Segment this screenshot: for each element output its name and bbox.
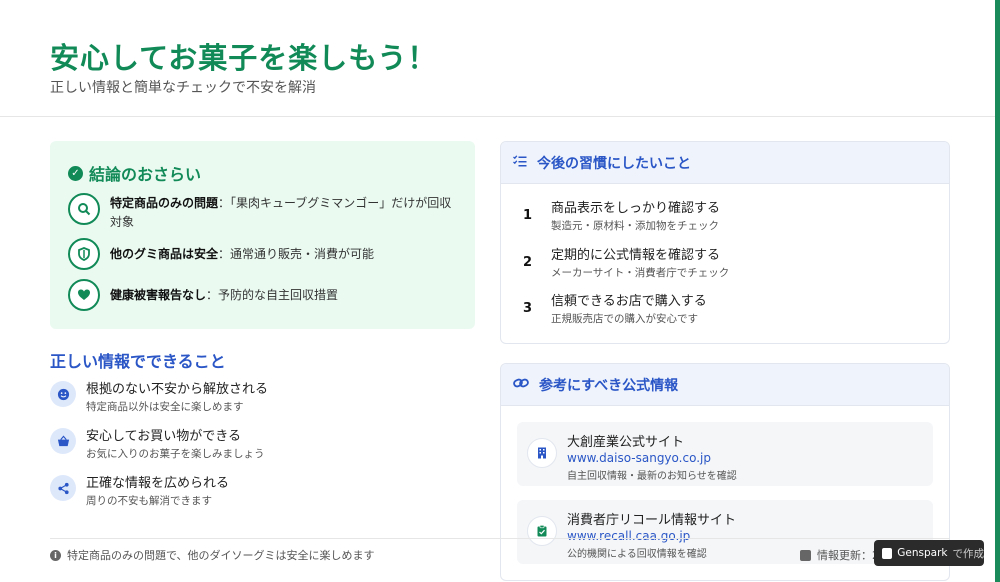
benefit-sub: お気に入りのお菓子を楽しみましょう <box>86 448 265 460</box>
habit-item: 3 信頼できるお店で購入する 正規販売店での購入が安心です <box>523 293 707 328</box>
page-title: 安心してお菓子を楽しもう！ <box>50 41 438 75</box>
heart-icon <box>68 279 100 311</box>
habit-number: 2 <box>523 255 533 270</box>
benefit-main: 根拠のない不安から解放される <box>86 382 269 397</box>
summary-item: 健康被害報告なし：予防的な自主回収措置 <box>68 279 463 311</box>
habits-card-header: 今後の習慣にしたいこと <box>501 142 949 184</box>
habit-sub: 製造元・原材料・添加物をチェック <box>551 220 719 232</box>
summary-item-text: ：予防的な自主回収措置 <box>206 288 339 302</box>
page-subtitle: 正しい情報と簡単なチェックで不安を解消 <box>50 80 316 96</box>
summary-item-bold: 健康被害報告なし <box>110 288 207 302</box>
clipboard-icon <box>527 516 557 546</box>
shield-icon <box>68 238 100 270</box>
habit-sub: メーカーサイト・消費者庁でチェック <box>551 267 730 279</box>
benefit-sub: 周りの不安も解消できます <box>86 495 212 507</box>
references-card-header: 参考にすべき公式情報 <box>501 364 949 406</box>
genspark-badge[interactable]: Genspark で作成 <box>874 540 984 566</box>
share-icon <box>50 475 76 501</box>
check-circle-icon: ✓ <box>68 165 83 181</box>
info-icon: i <box>50 549 61 561</box>
benefit-item: 正確な情報を広められる 周りの不安も解消できます <box>50 475 229 509</box>
benefit-main: 正確な情報を広められる <box>86 476 230 491</box>
benefits-title: 正しい情報でできること <box>50 352 226 371</box>
reference-item[interactable]: 大創産業公式サイト www.daiso-sangyo.co.jp 自主回収情報・… <box>517 422 933 486</box>
habit-item: 2 定期的に公式情報を確認する メーカーサイト・消費者庁でチェック <box>523 247 729 282</box>
habit-main: 定期的に公式情報を確認する <box>551 248 721 263</box>
smile-icon <box>50 381 76 407</box>
habits-card: 今後の習慣にしたいこと 1 商品表示をしっかり確認する 製造元・原材料・添加物を… <box>500 141 950 344</box>
footer-note-text: 特定商品のみの問題で、他のダイソーグミは安全に楽しめます <box>67 549 375 562</box>
habit-number: 1 <box>523 208 533 223</box>
footer-update: 情報更新：2 <box>800 547 879 563</box>
summary-header: ✓ 結論のおさらい <box>68 161 201 185</box>
reference-url[interactable]: www.recall.caa.go.jp <box>567 529 690 543</box>
reference-desc: 公的機関による回収情報を確認 <box>567 549 707 560</box>
benefit-item: 安心してお買い物ができる お気に入りのお菓子を楽しみましょう <box>50 428 265 462</box>
badge-suffix: で作成 <box>952 547 985 560</box>
habit-number: 3 <box>523 301 533 316</box>
search-icon <box>68 193 100 225</box>
habit-main: 商品表示をしっかり確認する <box>551 201 721 216</box>
reference-name: 消費者庁リコール情報サイト <box>567 513 737 528</box>
checklist-icon <box>513 154 527 171</box>
benefit-sub: 特定商品以外は安全に楽しめます <box>86 401 244 413</box>
page-header: 安心してお菓子を楽しもう！ 正しい情報と簡単なチェックで不安を解消 <box>0 0 995 117</box>
habit-main: 信頼できるお店で購入する <box>551 294 707 309</box>
calendar-icon <box>800 549 811 561</box>
summary-item: 他のグミ商品は安全：通常通り販売・消費が可能 <box>68 238 463 270</box>
genspark-logo-icon <box>882 547 893 559</box>
habit-sub: 正規販売店での購入が安心です <box>551 313 698 325</box>
references-title: 参考にすべき公式情報 <box>539 377 679 394</box>
summary-title: 結論のおさらい <box>89 165 202 184</box>
summary-item-bold: 特定商品のみの問題 <box>110 196 219 210</box>
summary-item: 特定商品のみの問題：「果肉キューブグミマンゴー」だけが回収対象 <box>68 193 463 232</box>
summary-item-bold: 他のグミ商品は安全 <box>110 247 219 261</box>
summary-item-text: ：通常通り販売・消費が可能 <box>218 247 375 261</box>
summary-box: ✓ 結論のおさらい 特定商品のみの問題：「果肉キューブグミマンゴー」だけが回収対… <box>50 141 475 329</box>
footer-divider <box>50 538 950 539</box>
footer-note: i 特定商品のみの問題で、他のダイソーグミは安全に楽しめます <box>50 547 375 563</box>
reference-url[interactable]: www.daiso-sangyo.co.jp <box>567 451 711 465</box>
building-icon <box>527 438 557 468</box>
benefit-item: 根拠のない不安から解放される 特定商品以外は安全に楽しめます <box>50 381 268 415</box>
habit-item: 1 商品表示をしっかり確認する 製造元・原材料・添加物をチェック <box>523 200 720 235</box>
benefit-main: 安心してお買い物ができる <box>86 429 241 444</box>
link-icon <box>513 377 529 393</box>
badge-brand: Genspark <box>897 547 948 559</box>
footer-update-text: 情報更新：2 <box>817 549 879 562</box>
reference-desc: 自主回収情報・最新のお知らせを確認 <box>567 471 737 482</box>
basket-icon <box>50 428 76 454</box>
habits-title: 今後の習慣にしたいこと <box>537 155 691 172</box>
right-accent-bar <box>995 0 1000 582</box>
reference-name: 大創産業公式サイト <box>567 435 685 450</box>
